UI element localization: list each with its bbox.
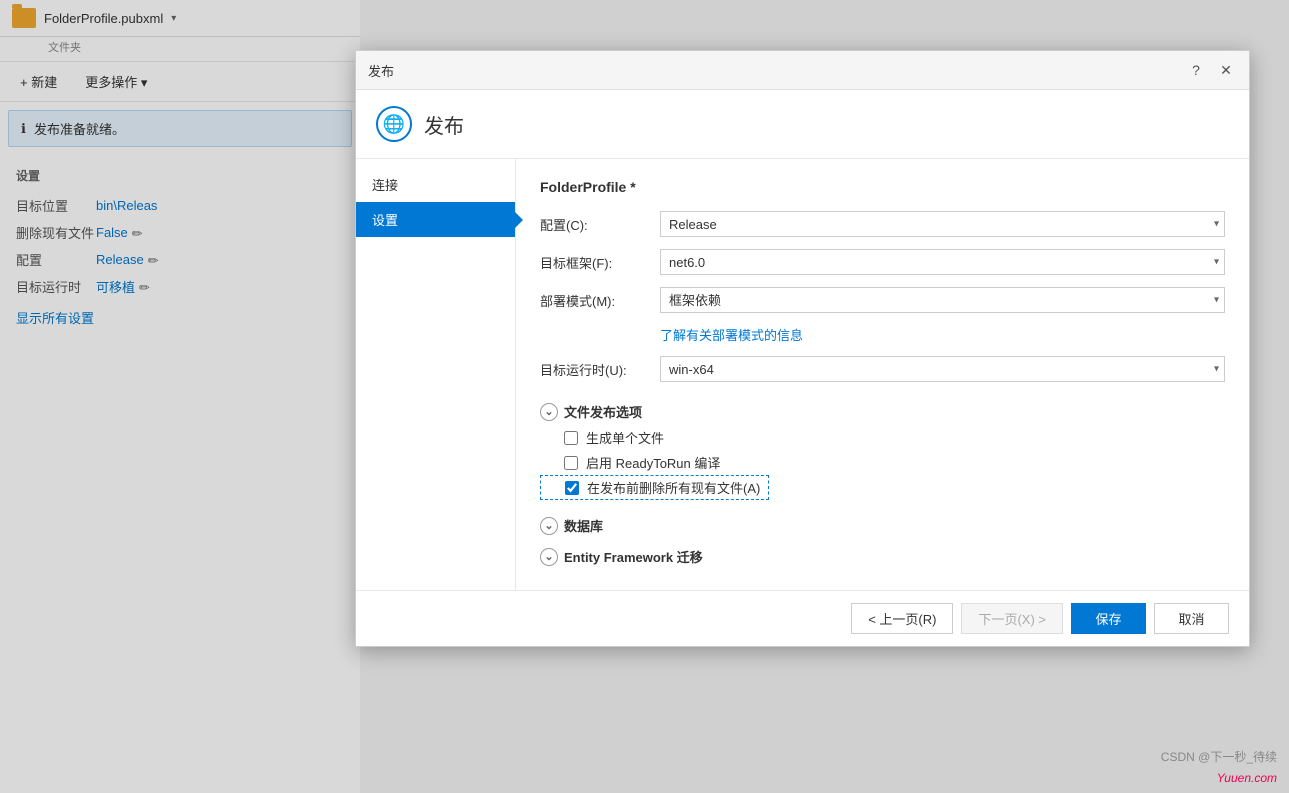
dialog-title: 发布	[368, 61, 394, 80]
config-control: Release Debug ▾	[660, 211, 1225, 237]
form-row-deploy-mode: 部署模式(M): 框架依赖 独立 ▾	[540, 287, 1225, 313]
ef-section-header[interactable]: ⌄ Entity Framework 迁移	[540, 539, 1225, 570]
database-section-title: 数据库	[564, 516, 603, 535]
watermark-csdn: CSDN @下一秒_待续	[1161, 748, 1277, 765]
file-publish-collapse-icon: ⌄	[540, 403, 558, 421]
target-framework-control: net6.0 net5.0 netcoreapp3.1 ▾	[660, 249, 1225, 275]
checkbox-readytorun[interactable]	[564, 456, 578, 470]
ef-collapse-icon: ⌄	[540, 548, 558, 566]
checkbox-row-readytorun: 启用 ReadyToRun 编译	[540, 450, 1225, 475]
target-framework-dropdown[interactable]: net6.0 net5.0 netcoreapp3.1	[660, 249, 1225, 275]
profile-title: FolderProfile *	[540, 179, 1225, 195]
nav-item-connect[interactable]: 连接	[356, 167, 515, 202]
dialog-header-title: 发布	[424, 110, 464, 139]
checkbox-readytorun-label: 启用 ReadyToRun 编译	[586, 453, 720, 472]
next-button[interactable]: 下一页(X) >	[961, 603, 1063, 634]
dialog-nav: 连接 设置	[356, 159, 516, 590]
target-runtime-label: 目标运行时(U):	[540, 360, 660, 379]
dialog-footer: < 上一页(R) 下一页(X) > 保存 取消	[356, 590, 1249, 646]
dialog-body: 连接 设置 FolderProfile * 配置(C): Release Deb…	[356, 159, 1249, 590]
checkbox-delete-before-publish-label: 在发布前删除所有现有文件(A)	[587, 478, 760, 497]
checkbox-row-single-file: 生成单个文件	[540, 425, 1225, 450]
dialog-titlebar: 发布 ? ✕	[356, 51, 1249, 90]
nav-item-settings[interactable]: 设置	[356, 202, 515, 237]
file-publish-section-header[interactable]: ⌄ 文件发布选项	[540, 394, 1225, 425]
target-framework-dropdown-wrapper: net6.0 net5.0 netcoreapp3.1 ▾	[660, 249, 1225, 275]
checkbox-row-delete-before-publish: 在发布前删除所有现有文件(A)	[540, 475, 769, 500]
config-label: 配置(C):	[540, 215, 660, 234]
close-button[interactable]: ✕	[1215, 59, 1237, 81]
deploy-mode-control: 框架依赖 独立 ▾	[660, 287, 1225, 313]
dialog-controls: ? ✕	[1185, 59, 1237, 81]
ef-section-title: Entity Framework 迁移	[564, 547, 703, 566]
config-dropdown-wrapper: Release Debug ▾	[660, 211, 1225, 237]
file-publish-section-title: 文件发布选项	[564, 402, 642, 421]
help-button[interactable]: ?	[1185, 59, 1207, 81]
deploy-mode-label: 部署模式(M):	[540, 291, 660, 310]
dialog-header: 🌐 发布	[356, 90, 1249, 159]
form-row-config: 配置(C): Release Debug ▾	[540, 211, 1225, 237]
target-runtime-dropdown[interactable]: win-x64 win-x86 linux-x64 osx-x64	[660, 356, 1225, 382]
target-framework-label: 目标框架(F):	[540, 253, 660, 272]
database-collapse-icon: ⌄	[540, 517, 558, 535]
database-section-header[interactable]: ⌄ 数据库	[540, 508, 1225, 539]
form-row-target-runtime: 目标运行时(U): win-x64 win-x86 linux-x64 osx-…	[540, 356, 1225, 382]
publish-dialog: 发布 ? ✕ 🌐 发布 连接 设置 FolderProfile * 配置(C):	[355, 50, 1250, 647]
target-runtime-control: win-x64 win-x86 linux-x64 osx-x64 ▾	[660, 356, 1225, 382]
publish-globe-icon: 🌐	[376, 106, 412, 142]
cancel-button[interactable]: 取消	[1154, 603, 1229, 634]
watermark-yuuen: Yuuen.com	[1217, 771, 1277, 785]
save-button[interactable]: 保存	[1071, 603, 1146, 634]
form-row-target-framework: 目标框架(F): net6.0 net5.0 netcoreapp3.1 ▾	[540, 249, 1225, 275]
config-dropdown[interactable]: Release Debug	[660, 211, 1225, 237]
dialog-content: FolderProfile * 配置(C): Release Debug ▾ 目…	[516, 159, 1249, 590]
checkbox-single-file-label: 生成单个文件	[586, 428, 664, 447]
checkbox-delete-before-publish[interactable]	[565, 481, 579, 495]
deploy-info-link[interactable]: 了解有关部署模式的信息	[660, 328, 803, 343]
deploy-mode-dropdown[interactable]: 框架依赖 独立	[660, 287, 1225, 313]
target-runtime-dropdown-wrapper: win-x64 win-x86 linux-x64 osx-x64 ▾	[660, 356, 1225, 382]
nav-connect-label: 连接	[372, 175, 398, 194]
deploy-mode-dropdown-wrapper: 框架依赖 独立 ▾	[660, 287, 1225, 313]
checkbox-single-file[interactable]	[564, 431, 578, 445]
nav-settings-label: 设置	[372, 210, 398, 229]
prev-button[interactable]: < 上一页(R)	[851, 603, 953, 634]
